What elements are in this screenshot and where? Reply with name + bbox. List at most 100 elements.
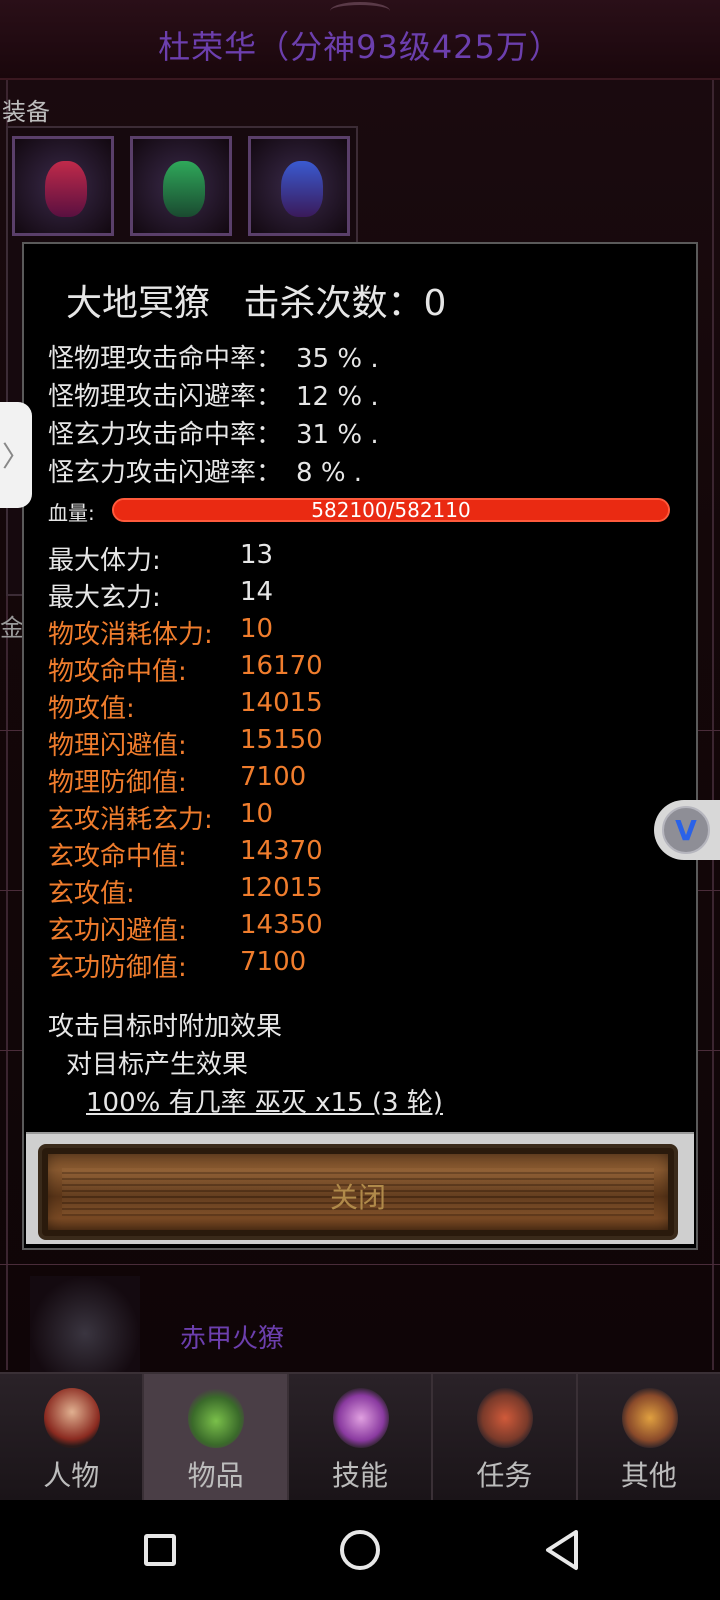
potion-icon — [188, 1388, 245, 1448]
hp-label: 血量: — [48, 501, 95, 525]
tab-label: 技能 — [332, 1459, 389, 1492]
helmet-icon — [45, 161, 87, 217]
attribute-row: 玄功闪避值: 14350 — [48, 910, 323, 947]
attribute-value: 15150 — [240, 725, 323, 755]
dialog-button-area: 关闭 — [26, 1132, 694, 1244]
rate-label: 怪物理攻击闪避率： — [48, 382, 283, 412]
tab-quests[interactable]: 任务 — [433, 1374, 578, 1500]
attribute-value: 7100 — [240, 947, 307, 977]
rate-label: 怪物理攻击命中率： — [48, 344, 283, 374]
recents-icon[interactable] — [144, 1534, 176, 1566]
equipment-slot-armor[interactable] — [130, 136, 232, 236]
assistant-v-icon: V — [662, 806, 710, 854]
weapon-icon — [281, 161, 323, 217]
attribute-row: 玄攻值: 12015 — [48, 873, 323, 910]
attribute-label: 物理防御值: — [48, 768, 187, 798]
attribute-label: 物攻值: — [48, 694, 135, 724]
title-ornament — [330, 2, 390, 20]
attribute-row: 最大玄力: 14 — [48, 577, 273, 614]
rate-line: 怪玄力攻击命中率： 31 % . — [48, 414, 379, 451]
effect-subheading: 对目标产生效果 — [66, 1050, 249, 1080]
attribute-label: 最大体力: — [48, 546, 161, 576]
effect-heading: 攻击目标时附加效果 — [48, 1012, 283, 1042]
armor-icon — [163, 161, 205, 217]
attribute-label: 玄攻消耗玄力: — [48, 805, 213, 835]
rate-value: 8 % . — [296, 458, 363, 488]
monster-title: 大地冥獠 击杀次数：0 — [66, 274, 446, 326]
gold-label: 金 — [0, 614, 24, 642]
rate-line: 怪物理攻击命中率： 35 % . — [48, 338, 379, 375]
attribute-row: 物理防御值: 7100 — [48, 762, 306, 799]
back-icon[interactable] — [540, 1528, 584, 1572]
home-icon[interactable] — [340, 1530, 380, 1570]
system-nav-bar — [0, 1500, 720, 1600]
bottom-tab-bar: 人物 物品 技能 任务 其他 — [0, 1372, 720, 1500]
kill-count-value: 0 — [423, 283, 447, 324]
attribute-row: 玄攻消耗玄力: 10 — [48, 799, 273, 836]
rate-value: 12 % . — [296, 382, 379, 412]
kill-count-label: 击杀次数： — [243, 283, 424, 324]
attribute-label: 玄功闪避值: — [48, 916, 187, 946]
attribute-value: 14015 — [240, 688, 323, 718]
attribute-value: 13 — [240, 540, 274, 570]
attribute-label: 最大玄力: — [48, 583, 161, 613]
attribute-value: 16170 — [240, 651, 323, 681]
hp-bar: 582100/582110 — [112, 498, 670, 522]
attribute-value: 12015 — [240, 873, 323, 903]
attribute-value: 14350 — [240, 910, 323, 940]
attribute-row: 物理闪避值: 15150 — [48, 725, 323, 762]
attribute-label: 玄攻值: — [48, 879, 135, 909]
attribute-label: 物攻命中值: — [48, 657, 187, 687]
attribute-label: 物攻消耗体力: — [48, 620, 213, 650]
rate-line: 怪玄力攻击闪避率： 8 % . — [48, 452, 362, 489]
chevron-right-icon: 〉 — [1, 440, 30, 473]
rate-label: 怪玄力攻击命中率： — [48, 420, 283, 450]
hp-value: 582100/582110 — [311, 498, 471, 522]
attribute-value: 10 — [240, 799, 274, 829]
character-title: 杜荣华（分神93级425万） — [158, 28, 562, 66]
tab-label: 任务 — [476, 1459, 533, 1492]
monster-name: 大地冥獠 — [66, 283, 211, 324]
rate-label: 怪玄力攻击闪避率： — [48, 458, 283, 488]
tab-label: 其他 — [620, 1459, 677, 1492]
other-icon — [621, 1388, 678, 1448]
close-button[interactable]: 关闭 — [38, 1144, 678, 1240]
tab-other[interactable]: 其他 — [578, 1374, 720, 1500]
equipment-label: 装备 — [2, 98, 50, 126]
quest-icon — [477, 1388, 534, 1448]
attribute-label: 物理闪避值: — [48, 731, 187, 761]
tab-label: 物品 — [187, 1459, 244, 1492]
attribute-row: 玄功防御值: 7100 — [48, 947, 306, 984]
monster-list-name[interactable]: 赤甲火獠 — [180, 1318, 284, 1355]
attribute-row: 物攻值: 14015 — [48, 688, 323, 725]
divider — [0, 1264, 720, 1265]
character-icon — [44, 1388, 100, 1448]
attribute-label: 玄功防御值: — [48, 953, 187, 983]
attribute-value: 14 — [240, 577, 274, 607]
skill-orb-icon — [332, 1388, 389, 1448]
attribute-row: 物攻消耗体力: 10 — [48, 614, 273, 651]
monster-detail-dialog: 大地冥獠 击杀次数：0 怪物理攻击命中率： 35 % . 怪物理攻击闪避率： 12 … — [22, 242, 698, 1250]
effect-detail-link[interactable]: 100% 有几率 巫灭 x15 (3 轮) — [86, 1082, 443, 1119]
close-button-label: 关闭 — [329, 1181, 386, 1214]
attribute-value: 14370 — [240, 836, 323, 866]
attribute-row: 物攻命中值: 16170 — [48, 651, 323, 688]
attribute-value: 7100 — [240, 762, 307, 792]
equipment-slot-helmet[interactable] — [12, 136, 114, 236]
attribute-label: 玄攻命中值: — [48, 842, 187, 872]
floating-assistant-button[interactable]: V — [654, 800, 720, 860]
tab-label: 人物 — [43, 1459, 100, 1492]
rate-line: 怪物理攻击闪避率： 12 % . — [48, 376, 379, 413]
rate-value: 31 % . — [296, 420, 379, 450]
attribute-row: 玄攻命中值: 14370 — [48, 836, 323, 873]
attribute-value: 10 — [240, 614, 274, 644]
attribute-row: 最大体力: 13 — [48, 540, 273, 577]
tab-skills[interactable]: 技能 — [289, 1374, 434, 1500]
equipment-slot-weapon[interactable] — [248, 136, 350, 236]
assistant-v-glyph: V — [675, 813, 697, 847]
tab-items[interactable]: 物品 — [144, 1374, 289, 1500]
tab-character[interactable]: 人物 — [0, 1374, 145, 1500]
rate-value: 35 % . — [296, 344, 379, 374]
side-drawer-handle[interactable]: 〉 — [0, 402, 32, 508]
monster-portrait-icon[interactable] — [30, 1276, 140, 1372]
